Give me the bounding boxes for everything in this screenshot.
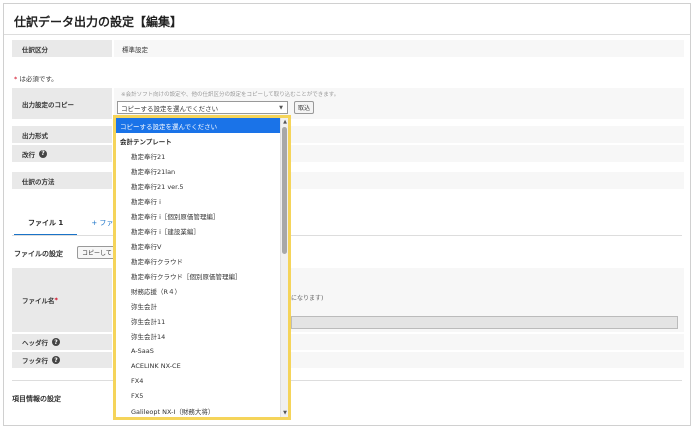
- dropdown-option[interactable]: コピーする設定を選んでください: [116, 118, 280, 133]
- copy-setting-select-value: コピーする設定を選んでください: [121, 104, 219, 113]
- file-name-note: になります): [291, 295, 324, 302]
- file-name-input[interactable]: [291, 316, 678, 329]
- dropdown-option[interactable]: FX4: [116, 373, 280, 388]
- dropdown-option[interactable]: 勘定奉行21 ver.5: [116, 178, 280, 193]
- question-circle-icon[interactable]: ?: [52, 338, 60, 346]
- file-tabs: ファイル 1 + ファ: [14, 218, 127, 236]
- dropdown-option[interactable]: 勘定奉行クラウド: [116, 253, 280, 268]
- settings-panel: 仕訳データ出力の設定【編集】 仕訳区分 標準設定 * は必須です。 出力設定のコ…: [3, 3, 691, 426]
- load-button[interactable]: 取込: [294, 101, 314, 114]
- dropdown-option[interactable]: Galileopt NX-I（財務大将）: [116, 403, 280, 417]
- line-break-label: 改行 ?: [12, 145, 112, 162]
- question-circle-icon[interactable]: ?: [39, 149, 47, 158]
- chevron-down-icon: ▼: [279, 105, 283, 111]
- required-note-text: は必須です。: [19, 75, 58, 83]
- scroll-down-arrow-icon[interactable]: ▼: [282, 410, 288, 416]
- dropdown-option[interactable]: 勘定奉行V: [116, 238, 280, 253]
- dropdown-option[interactable]: 勘定奉行 i: [116, 193, 280, 208]
- page-title: 仕訳データ出力の設定【編集】: [14, 15, 183, 29]
- dropdown-option[interactable]: ACELINK NX-CE: [116, 358, 280, 373]
- dropdown-option[interactable]: 勘定奉行クラウド［個別原価管理編］: [116, 268, 280, 283]
- file-name-label: ファイル名 *: [12, 268, 112, 332]
- tab-file-1[interactable]: ファイル 1: [14, 218, 78, 236]
- dropdown-option[interactable]: FX5: [116, 388, 280, 403]
- scrollbar-thumb[interactable]: [282, 127, 287, 254]
- header-row-label: ヘッダ行 ?: [12, 334, 112, 350]
- dropdown-option[interactable]: 勘定奉行21lan: [116, 163, 280, 178]
- dropdown-option[interactable]: 弥生会計: [116, 298, 280, 313]
- required-note: * は必須です。: [14, 73, 58, 83]
- copy-setting-dropdown[interactable]: コピーする設定を選んでください 会計テンプレート 勘定奉行21 勘定奉行21lan 勘定…: [113, 115, 291, 420]
- dropdown-option[interactable]: 勘定奉行21: [116, 148, 280, 163]
- divider: [4, 34, 690, 35]
- output-format-label: 出力形式: [12, 126, 112, 143]
- header-row-label-text: ヘッダ行: [22, 339, 48, 347]
- journal-type-value: 標準設定: [114, 40, 684, 57]
- file-name-required-star: *: [54, 296, 58, 304]
- dropdown-option[interactable]: A-SaaS: [116, 343, 280, 358]
- copy-setting-select[interactable]: コピーする設定を選んでください ▼: [117, 101, 288, 114]
- item-settings-label: 項目情報の設定: [12, 395, 61, 403]
- copy-file-settings-button[interactable]: コピーして: [77, 246, 117, 259]
- line-break-label-text: 改行: [22, 150, 35, 159]
- dropdown-option[interactable]: 弥生会計11: [116, 313, 280, 328]
- file-name-label-text: ファイル名: [22, 297, 55, 305]
- footer-row-label-text: フッタ行: [22, 357, 48, 365]
- dropdown-option[interactable]: 勘定奉行 i［建設業編］: [116, 223, 280, 238]
- dropdown-group-label: 会計テンプレート: [120, 137, 172, 146]
- file-settings-label: ファイルの設定: [14, 250, 63, 258]
- required-star: *: [14, 75, 18, 83]
- journal-method-label: 仕訳の方法: [12, 172, 112, 189]
- dropdown-option[interactable]: 弥生会計14: [116, 328, 280, 343]
- footer-row-label: フッタ行 ?: [12, 352, 112, 368]
- copy-setting-hint: ※会計ソフト向けの設定や、他の仕訳区分の設定をコピーして取り込むことができます。: [121, 92, 340, 98]
- copy-setting-label: 出力設定のコピー: [12, 88, 112, 119]
- dropdown-option[interactable]: 財務応援（R４）: [116, 283, 280, 298]
- dropdown-list: コピーする設定を選んでください 会計テンプレート 勘定奉行21 勘定奉行21lan 勘定…: [116, 118, 280, 417]
- journal-type-label: 仕訳区分: [12, 40, 112, 57]
- question-circle-icon[interactable]: ?: [52, 356, 60, 364]
- dropdown-option[interactable]: 勘定奉行 i［個別原価管理編］: [116, 208, 280, 223]
- dropdown-scrollbar[interactable]: ▲ ▼: [280, 118, 288, 417]
- scroll-up-arrow-icon[interactable]: ▲: [282, 119, 288, 125]
